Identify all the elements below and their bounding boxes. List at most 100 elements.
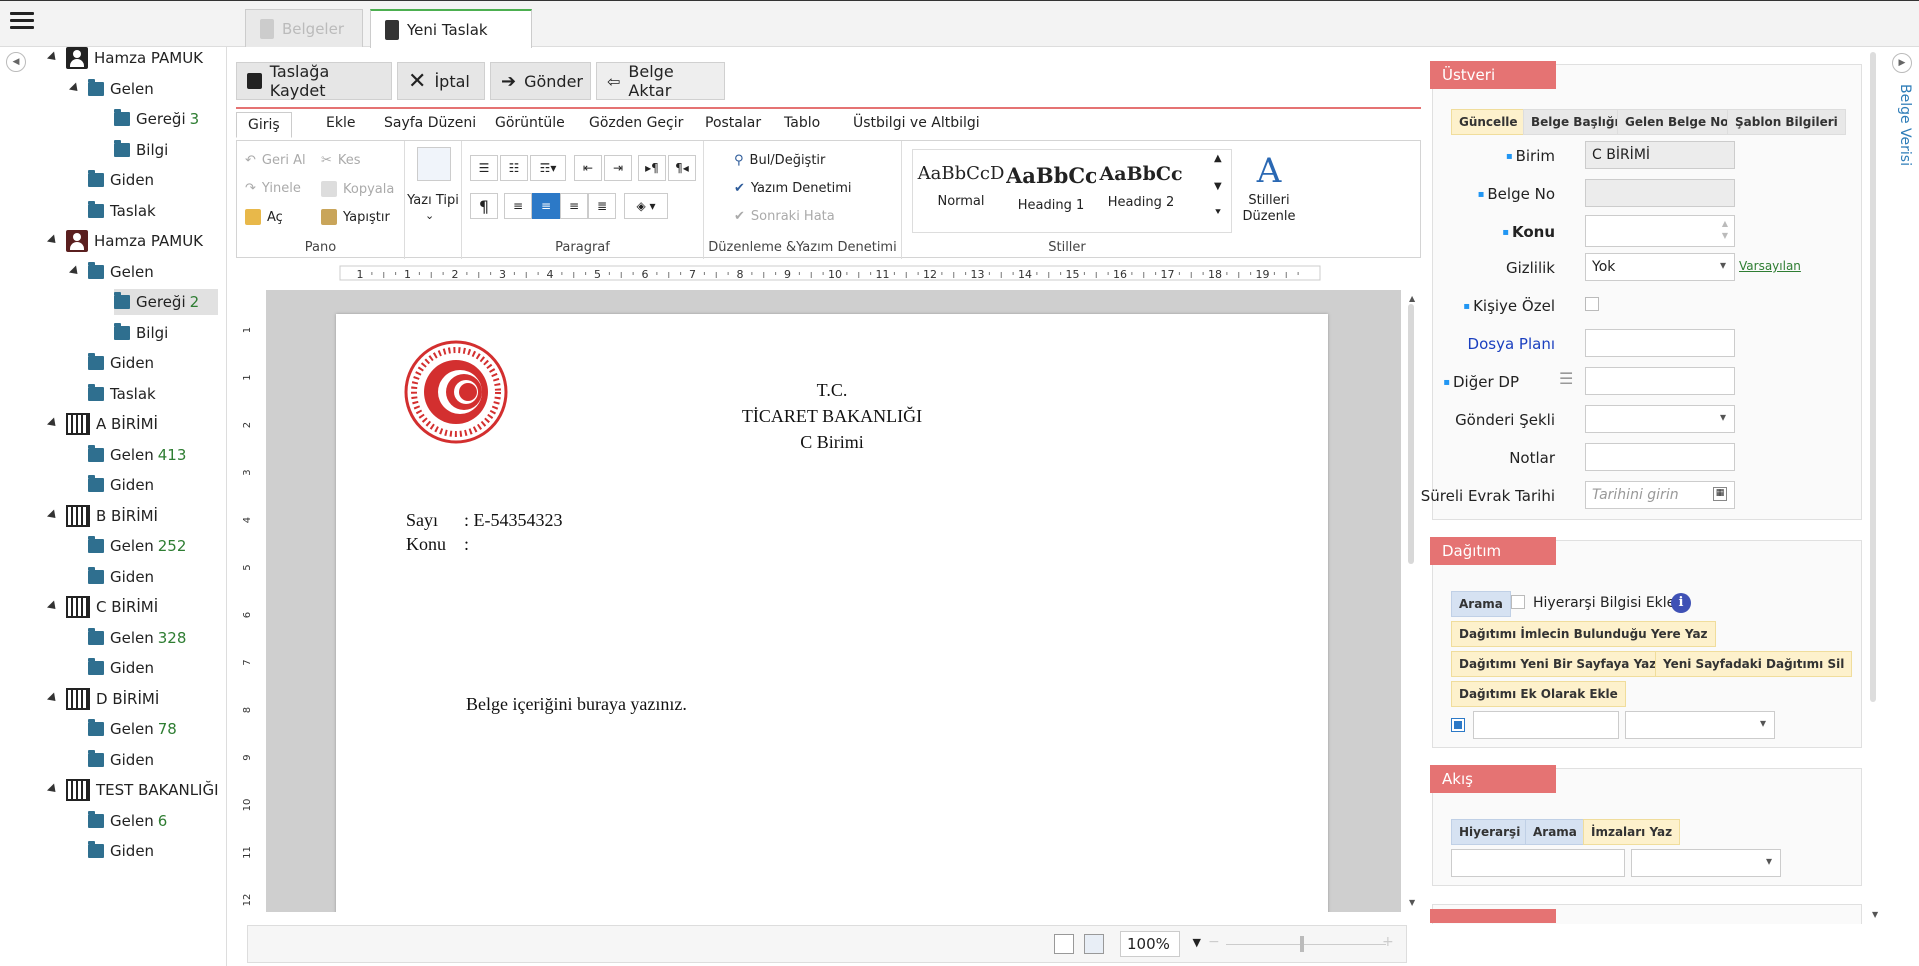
tree-item[interactable]: TEST BAKANLIĞI bbox=[66, 777, 219, 803]
style-heading-2[interactable]: AaBbCc Heading 2 bbox=[1096, 149, 1186, 229]
zoom-slider[interactable] bbox=[1226, 944, 1386, 945]
akis-user-field[interactable] bbox=[1451, 849, 1625, 877]
zoom-select[interactable]: 100% ▼ bbox=[1120, 931, 1201, 957]
redo-button[interactable]: ↷ Yinele bbox=[245, 181, 301, 196]
collapse-left-icon[interactable]: ◀ bbox=[6, 52, 26, 72]
tree-item[interactable]: Gereği 2 bbox=[114, 289, 218, 315]
akis-type-select[interactable] bbox=[1631, 849, 1781, 877]
tab-yeni-taslak[interactable]: Yeni Taslak bbox=[370, 9, 532, 48]
web-view-icon[interactable] bbox=[1084, 934, 1104, 954]
rtl-icon[interactable]: ¶◂ bbox=[668, 155, 696, 181]
tab-belgeler[interactable]: Belgeler bbox=[245, 9, 363, 47]
copy-button[interactable]: Kopyala bbox=[321, 181, 394, 197]
update-button[interactable]: Güncelle bbox=[1451, 109, 1526, 135]
horizontal-ruler[interactable]: 1 1 2 3 4 5 6 7 8 9 10 11 12 13 14 15 16 17 18 19 bbox=[240, 264, 1420, 284]
ribbon-tab-tablo[interactable]: Tablo bbox=[784, 115, 820, 131]
distribution-type-select[interactable] bbox=[1625, 711, 1775, 739]
incoming-doc-no-button[interactable]: Gelen Belge No bbox=[1617, 109, 1737, 135]
chevron-down-icon[interactable]: ⌄ bbox=[425, 209, 434, 222]
info-icon[interactable]: i bbox=[1671, 593, 1691, 613]
tree-item[interactable]: Gelen 328 bbox=[88, 625, 186, 651]
tree-item[interactable]: Giden bbox=[88, 655, 154, 681]
numbered-list-icon[interactable]: ☷ bbox=[500, 155, 528, 181]
align-right-icon[interactable]: ≡ bbox=[560, 193, 588, 219]
page-view-icon[interactable] bbox=[1054, 934, 1074, 954]
default-link[interactable]: Varsayılan bbox=[1739, 259, 1801, 273]
save-draft-button[interactable]: Taslağa Kaydet bbox=[236, 62, 392, 100]
ribbon-tab-giris[interactable]: Giriş bbox=[236, 112, 292, 138]
zoom-out-icon[interactable]: − bbox=[1208, 934, 1220, 950]
tree-item[interactable]: Gelen 252 bbox=[88, 533, 186, 559]
tree-item[interactable]: Gereği 3 bbox=[114, 106, 199, 132]
document-scrollbar[interactable]: ▲ ▼ bbox=[1404, 290, 1418, 912]
add-distribution-as-attachment-button[interactable]: Dağıtımı Ek Olarak Ekle bbox=[1451, 681, 1626, 707]
next-error-button[interactable]: ✔ Sonraki Hata bbox=[734, 209, 835, 224]
diger-dp-field[interactable] bbox=[1585, 367, 1735, 395]
spell-check-button[interactable]: ✔ Yazım Denetimi bbox=[734, 181, 852, 196]
gonderi-sekli-select[interactable] bbox=[1585, 405, 1735, 433]
chevron-down-icon[interactable]: ▼ bbox=[1193, 936, 1201, 949]
scroll-up-icon[interactable]: ▲ bbox=[1409, 294, 1415, 303]
print-distribution-new-page-button[interactable]: Dağıtımı Yeni Bir Sayfaya Yazdır bbox=[1451, 651, 1683, 677]
tree-item[interactable]: Gelen 413 bbox=[88, 442, 186, 468]
ribbon-tab-ustbilgi[interactable]: Üstbilgi ve Altbilgi bbox=[853, 115, 980, 131]
ribbon-tab-postalar[interactable]: Postalar bbox=[705, 115, 761, 131]
collapse-right-icon[interactable]: ▶ bbox=[1892, 53, 1912, 73]
hamburger-menu-icon[interactable] bbox=[10, 12, 34, 32]
hierarchy-button[interactable]: Hiyerarşi bbox=[1451, 819, 1529, 845]
zoom-slider-thumb[interactable] bbox=[1300, 936, 1304, 952]
send-button[interactable]: ➔ Gönder bbox=[490, 62, 591, 100]
doc-body-text[interactable]: Belge içeriğini buraya yazınız. bbox=[466, 694, 687, 715]
tree-item[interactable]: Giden bbox=[88, 564, 154, 590]
ribbon-tab-ekle[interactable]: Ekle bbox=[326, 115, 355, 131]
dosya-plani-label[interactable]: Dosya Planı bbox=[1468, 335, 1555, 353]
edit-styles-button[interactable]: Stilleri Düzenle bbox=[1238, 193, 1300, 225]
distribution-unit-field[interactable] bbox=[1473, 711, 1619, 739]
tree-item[interactable]: Giden bbox=[88, 350, 154, 376]
ribbon-tab-sayfa-duzeni[interactable]: Sayfa Düzeni bbox=[384, 115, 476, 131]
tree-item[interactable]: Giden bbox=[88, 747, 154, 773]
gallery-down-icon[interactable]: ▼ bbox=[1214, 181, 1222, 192]
write-distribution-at-cursor-button[interactable]: Dağıtımı İmlecin Bulunduğu Yere Yaz bbox=[1451, 621, 1716, 647]
open-button[interactable]: Aç bbox=[245, 209, 283, 225]
belge-verisi-tab[interactable]: Belge Verisi bbox=[1889, 84, 1913, 244]
scroll-down-icon[interactable]: ▼ bbox=[1409, 898, 1415, 907]
style-heading-1[interactable]: AaBbCc Heading 1 bbox=[1006, 149, 1096, 229]
tree-item[interactable]: D BİRİMİ bbox=[66, 686, 159, 712]
hierarchy-info-checkbox[interactable] bbox=[1511, 595, 1525, 609]
tree-item[interactable]: Gelen bbox=[88, 259, 154, 285]
justify-icon[interactable]: ≣ bbox=[588, 193, 616, 219]
delete-new-page-distribution-button[interactable]: Yeni Sayfadaki Dağıtımı Sil bbox=[1655, 651, 1853, 677]
gallery-up-icon[interactable]: ▲ bbox=[1214, 153, 1222, 164]
export-document-button[interactable]: ⇦ Belge Aktar bbox=[596, 62, 725, 100]
tree-item[interactable]: Giden bbox=[88, 838, 154, 864]
belge-no-field[interactable] bbox=[1585, 179, 1735, 207]
multilevel-list-icon[interactable]: ☶▾ bbox=[530, 155, 566, 181]
paste-button[interactable]: Yapıştır bbox=[321, 209, 390, 225]
tree-item[interactable]: Giden bbox=[88, 472, 154, 498]
ltr-icon[interactable]: ▸¶ bbox=[638, 155, 666, 181]
decrease-indent-icon[interactable]: ⇤ bbox=[574, 155, 602, 181]
document-page[interactable]: T.C. TİCARET BAKANLIĞI C Birimi Sayı : E… bbox=[336, 314, 1328, 912]
tree-item[interactable]: Taslak bbox=[88, 381, 156, 407]
kisiye-ozel-checkbox[interactable] bbox=[1585, 297, 1599, 311]
tree-item[interactable]: Gelen 78 bbox=[88, 716, 177, 742]
notlar-field[interactable] bbox=[1585, 443, 1735, 471]
dagitim-search-button[interactable]: Arama bbox=[1451, 591, 1511, 617]
akis-search-button[interactable]: Arama bbox=[1525, 819, 1585, 845]
document-area[interactable]: T.C. TİCARET BAKANLIĞI C Birimi Sayı : E… bbox=[266, 290, 1401, 912]
font-dialog-icon[interactable] bbox=[417, 147, 451, 181]
right-panel-scrollbar[interactable] bbox=[1870, 52, 1876, 702]
konu-field[interactable]: ▲ ▼ bbox=[1585, 215, 1735, 247]
list-icon[interactable]: ☰ bbox=[1559, 369, 1573, 388]
tree-item[interactable]: Hamza PAMUK bbox=[66, 45, 203, 71]
find-replace-button[interactable]: ⚲ Bul/Değiştir bbox=[734, 153, 825, 168]
scroll-thumb[interactable] bbox=[1408, 304, 1414, 564]
font-label[interactable]: Yazı Tipi bbox=[407, 193, 459, 208]
zoom-in-icon[interactable]: + bbox=[1382, 934, 1394, 950]
birim-field[interactable]: C BİRİMİ bbox=[1585, 141, 1735, 169]
dosya-plani-field[interactable] bbox=[1585, 329, 1735, 357]
gallery-more-icon[interactable]: ⯆ bbox=[1214, 207, 1222, 218]
increase-indent-icon[interactable]: ⇥ bbox=[604, 155, 632, 181]
cut-button[interactable]: ✂ Kes bbox=[321, 153, 361, 168]
